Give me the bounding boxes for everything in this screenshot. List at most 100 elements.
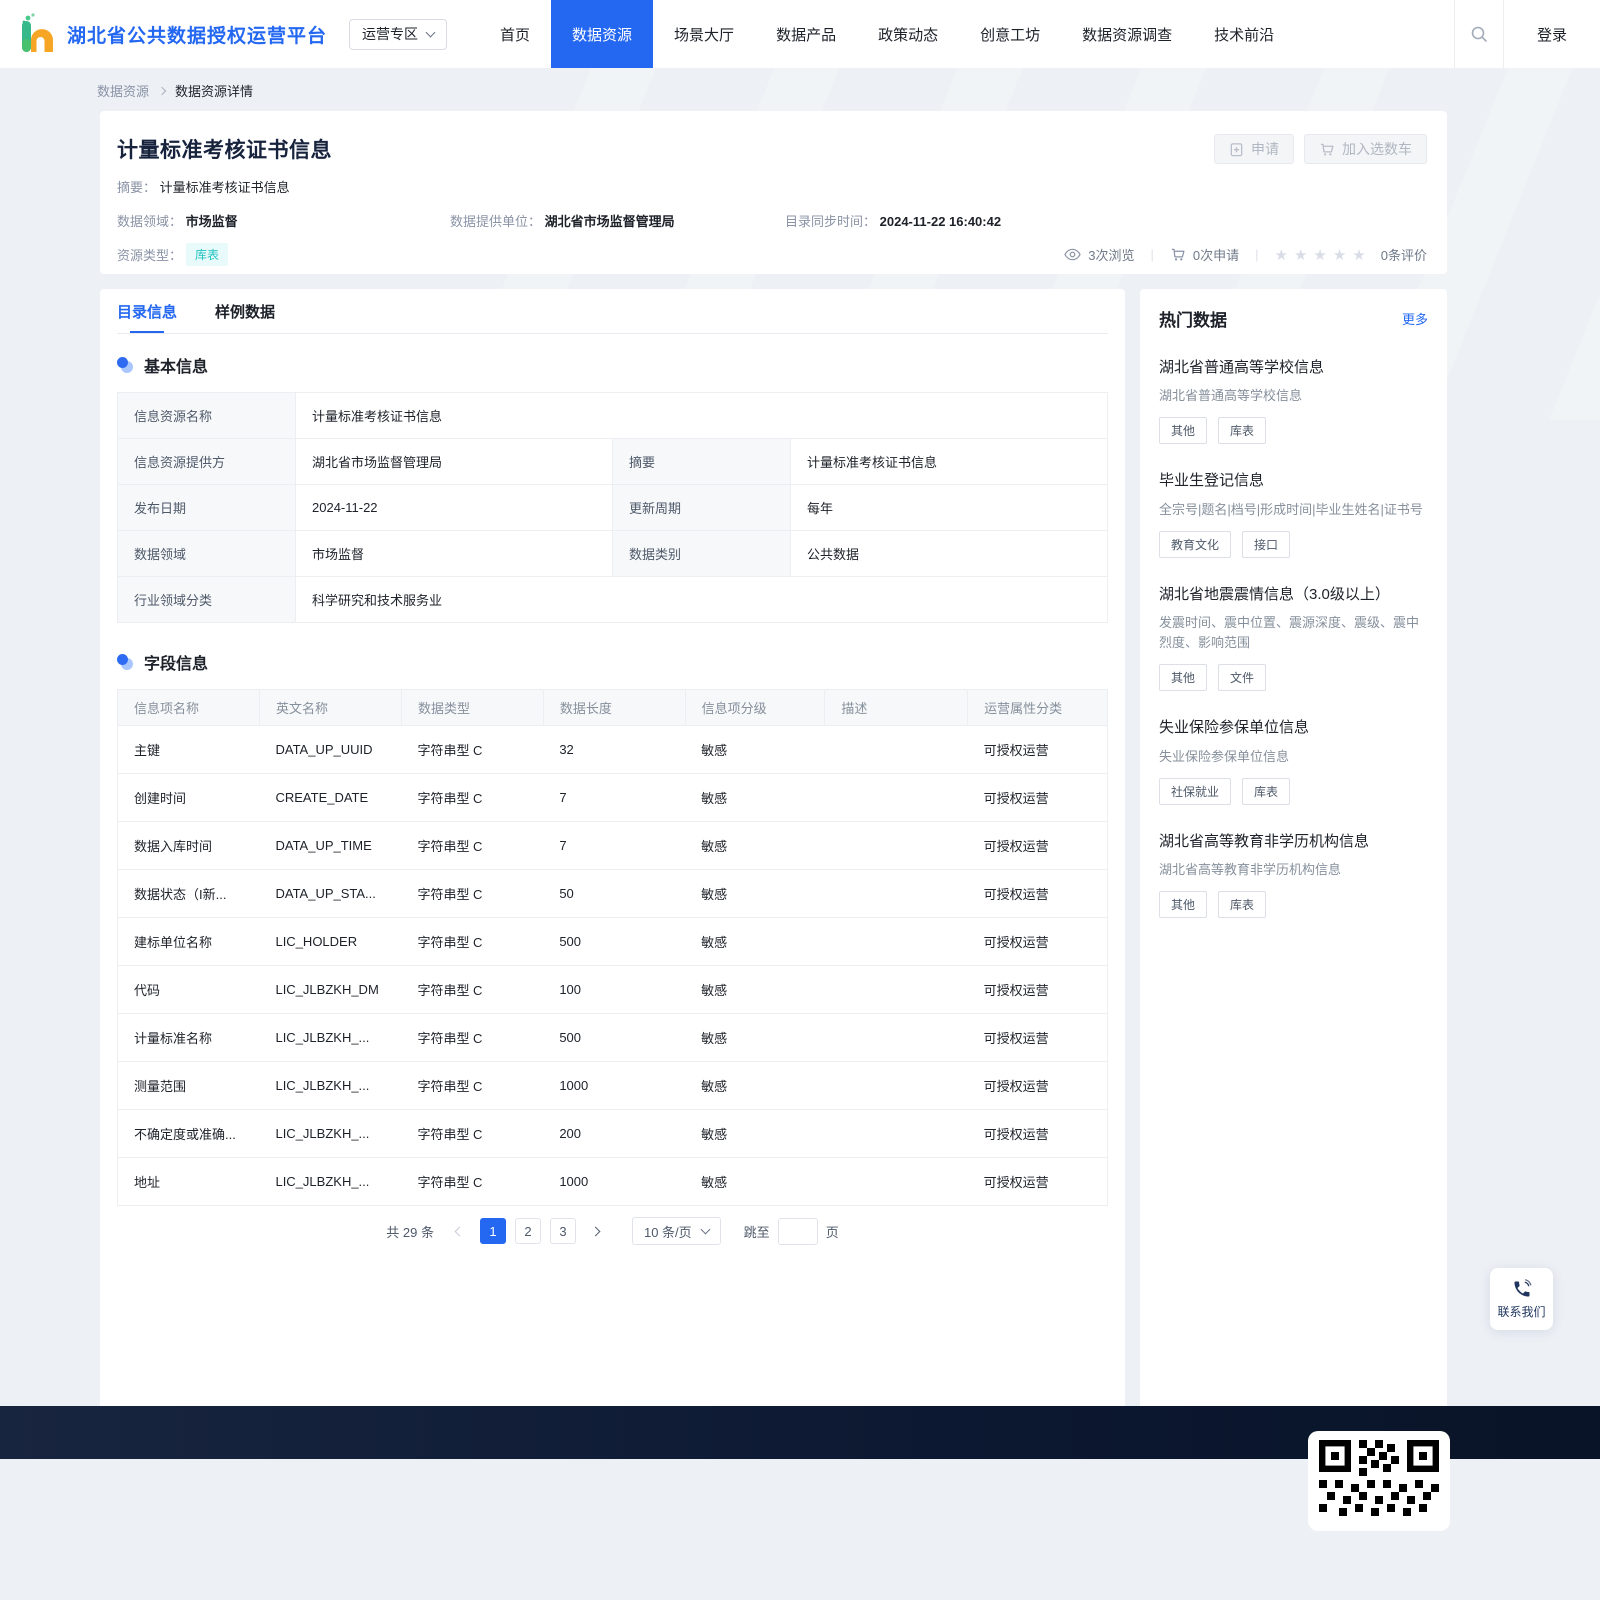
hot-item-desc: 发震时间、震中位置、震源深度、震级、震中烈度、影响范围 [1159,615,1420,651]
table-row: 代码 LIC_JLBZKH_DM 字符串型 C 100 敏感 可授权运营 [117,965,1108,1014]
tab-catalog-info[interactable]: 目录信息 [117,289,177,333]
nav-item-data-products[interactable]: 数据产品 [755,0,857,68]
table-row: 计量标准名称 LIC_JLBZKH_... 字符串型 C 500 敏感 可授权运… [117,1013,1108,1062]
jump-label: 跳至 [743,1224,770,1240]
hot-item-title[interactable]: 湖北省普通高等学校信息 [1159,358,1428,378]
breadcrumb: 数据资源 数据资源详情 [0,68,1600,111]
cart-icon [1320,143,1334,155]
hot-item-desc: 失业保险参保单位信息 [1159,748,1290,764]
chevron-left-icon [455,1226,465,1236]
nav-item-scene-hall[interactable]: 场景大厅 [653,0,755,68]
cell-data-type: 字符串型 C [401,917,544,966]
col-operation-attr: 运营属性分类 [967,689,1108,726]
col-classification: 信息项分级 [684,689,826,726]
sync-time-label: 目录同步时间： [785,214,877,229]
resource-type-label: 资源类型： [117,248,183,263]
detail-tabs: 目录信息 样例数据 [117,289,1108,334]
hot-data-more-link[interactable]: 更多 [1402,309,1428,328]
hot-data-item: 湖北省高等教育非学历机构信息 湖北省高等教育非学历机构信息 其他 库表 [1159,832,1428,919]
table-row: 信息资源名称 计量标准考核证书信息 [117,392,1108,439]
page-button-2[interactable]: 2 [514,1218,541,1244]
cell-description [824,917,968,966]
hot-data-item: 失业保险参保单位信息 失业保险参保单位信息 社保就业 库表 [1159,718,1428,805]
resource-meta-row: 数据领域： 市场监督 数据提供单位： 湖北省市场监督管理局 目录同步时间： 20… [117,211,1427,230]
data-provider-label: 数据提供单位： [450,214,542,229]
summary-value: 计量标准考核证书信息 [159,180,290,195]
cell-description [824,1157,968,1206]
cell-classification: 敏感 [685,1061,825,1110]
hot-item-title[interactable]: 湖北省高等教育非学历机构信息 [1159,832,1428,852]
cell-field-name: 数据状态（I新... [117,869,260,918]
zone-selector-button[interactable]: 运营专区 [349,18,448,50]
cell-value: 每年 [790,484,1108,531]
page-button-3[interactable]: 3 [549,1218,576,1244]
cell-field-name: 计量标准名称 [117,1013,260,1062]
nav-item-policy-news[interactable]: 政策动态 [857,0,959,68]
page: 湖北省公共数据授权运营平台 运营专区 首页 数据资源 场景大厅 数据产品 政策动… [0,0,1600,1600]
chevron-down-icon [425,27,436,37]
cell-classification: 敏感 [685,821,825,870]
hot-item-desc: 湖北省高等教育非学历机构信息 [1159,861,1342,877]
platform-logo[interactable]: 湖北省公共数据授权运营平台 [14,11,327,57]
cell-classification: 敏感 [685,917,825,966]
tab-sample-data[interactable]: 样例数据 [215,289,275,333]
cell-english-name: DATA_UP_STA... [259,869,402,918]
hot-data-panel: 热门数据 更多 湖北省普通高等学校信息 湖北省普通高等学校信息 其他 库表 毕业… [1140,289,1447,1459]
hot-item-title[interactable]: 毕业生登记信息 [1159,471,1428,491]
cell-operation-attr: 可授权运营 [967,1013,1108,1062]
resource-stats: 3次浏览 | 0次申请 | ★★★★★ 0条评价 [1064,245,1427,264]
nav-item-tech-frontier[interactable]: 技术前沿 [1193,0,1295,68]
nav-item-home[interactable]: 首页 [479,0,551,68]
apply-button[interactable]: 申请 [1214,134,1294,164]
page-size-select[interactable]: 10 条/页 [631,1217,721,1245]
col-data-length: 数据长度 [542,689,686,726]
eye-icon [1064,248,1082,261]
hot-item-title[interactable]: 失业保险参保单位信息 [1159,718,1428,738]
cell-classification: 敏感 [685,965,825,1014]
cell-label: 发布日期 [117,484,296,531]
table-row: 数据领域 市场监督 数据类别 公共数据 [117,530,1108,577]
contact-us-button[interactable]: 联系我们 [1490,1268,1553,1330]
cell-operation-attr: 可授权运营 [967,821,1108,870]
page-button-1[interactable]: 1 [479,1218,506,1244]
add-to-cart-button[interactable]: 加入选数车 [1304,134,1427,164]
cell-data-length: 500 [543,917,686,966]
cell-operation-attr: 可授权运营 [967,869,1108,918]
table-row: 行业领域分类 科学研究和技术服务业 [117,576,1108,623]
cell-operation-attr: 可授权运营 [967,1157,1108,1206]
table-header-row: 信息项名称 英文名称 数据类型 数据长度 信息项分级 描述 运营属性分类 [117,689,1108,726]
apply-form-icon [1230,142,1243,156]
table-row: 信息资源提供方 湖北省市场监督管理局 摘要 计量标准考核证书信息 [117,438,1108,485]
nav-item-data-survey[interactable]: 数据资源调查 [1061,0,1193,68]
col-description: 描述 [824,689,969,726]
cell-english-name: LIC_JLBZKH_DM [259,965,402,1014]
platform-title: 湖北省公共数据授权运营平台 [67,25,328,47]
cell-classification: 敏感 [685,869,825,918]
login-button[interactable]: 登录 [1504,0,1600,68]
cell-classification: 敏感 [685,725,825,774]
cell-data-length: 500 [543,1013,686,1062]
next-page-button[interactable] [585,1218,607,1244]
qr-code [1308,1431,1450,1531]
cell-english-name: CREATE_DATE [259,773,402,822]
hot-data-item: 毕业生登记信息 全宗号|题名|档号|形成时间|毕业生姓名|证书号 教育文化 接口 [1159,471,1428,558]
cell-label: 摘要 [612,438,791,485]
hot-item-title[interactable]: 湖北省地震震情信息（3.0级以上） [1159,585,1428,605]
breadcrumb-data-resources[interactable]: 数据资源 [97,81,149,100]
cell-value: 2024-11-22 [295,484,613,531]
cell-data-type: 字符串型 C [401,1109,544,1158]
jump-page-input[interactable] [777,1217,818,1245]
col-data-type: 数据类型 [400,689,544,726]
hot-item-desc: 全宗号|题名|档号|形成时间|毕业生姓名|证书号 [1159,501,1423,517]
cell-classification: 敏感 [685,1109,825,1158]
nav-item-creative-workshop[interactable]: 创意工坊 [959,0,1061,68]
cell-data-type: 字符串型 C [401,821,544,870]
main-nav: 首页 数据资源 场景大厅 数据产品 政策动态 创意工坊 数据资源调查 技术前沿 [479,0,1295,68]
cell-english-name: DATA_UP_TIME [259,821,402,870]
cell-data-length: 50 [543,869,686,918]
resource-summary: 摘要： 计量标准考核证书信息 [117,177,1427,196]
nav-item-data-resources[interactable]: 数据资源 [551,0,654,68]
search-button[interactable] [1454,0,1504,68]
prev-page-button[interactable] [449,1218,471,1244]
views-count: 3次浏览 [1088,248,1135,263]
